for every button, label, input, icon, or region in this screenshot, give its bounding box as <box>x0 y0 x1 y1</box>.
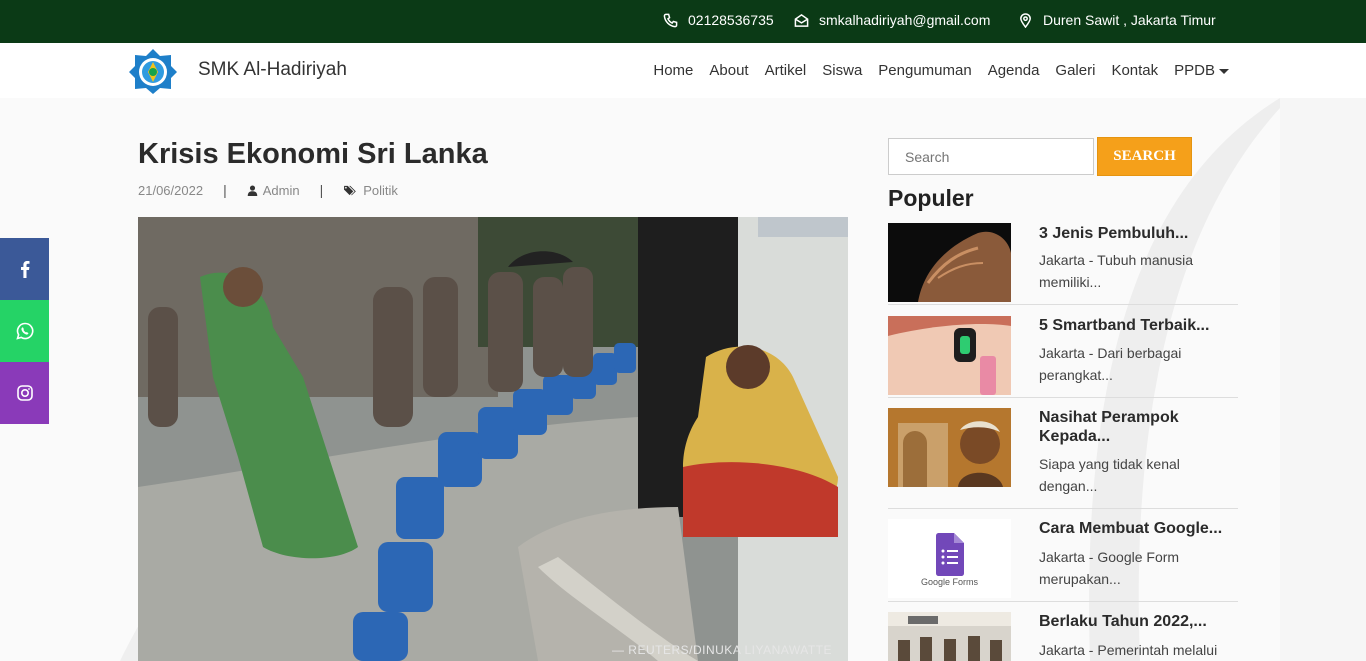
article-category[interactable]: Politik <box>363 183 398 198</box>
location-contact[interactable]: Duren Sawit , Jakarta Timur <box>1018 12 1216 28</box>
location-text: Duren Sawit , Jakarta Timur <box>1043 12 1216 28</box>
post-title[interactable]: 5 Smartband Terbaik... <box>1039 316 1234 335</box>
thumb-caption: Google Forms <box>920 577 979 587</box>
image-credit: — REUTERS/DINUKA LIYANAWATTE <box>611 643 832 657</box>
search-input[interactable] <box>888 138 1094 175</box>
popular-heading: Populer <box>888 185 974 211</box>
post-thumbnail[interactable] <box>888 408 1011 487</box>
post-excerpt: Siapa yang tidak kenal dengan... <box>1039 456 1180 494</box>
email-contact[interactable]: smkalhadiriyah@gmail.com <box>794 12 990 28</box>
post-thumbnail[interactable] <box>888 316 1011 395</box>
phone-contact[interactable]: 02128536735 <box>663 12 774 28</box>
post-excerpt: Jakarta - Google Form merupakan... <box>1039 549 1180 587</box>
card-divider <box>888 397 1238 398</box>
whatsapp-share-button[interactable] <box>0 300 49 362</box>
facebook-icon <box>20 261 29 278</box>
post-title[interactable]: Cara Membuat Google... <box>1039 519 1234 538</box>
card-divider <box>888 508 1238 509</box>
caret-down-icon <box>1219 68 1229 74</box>
brand-name[interactable]: SMK Al-Hadiriyah <box>198 59 347 81</box>
card-divider <box>888 304 1238 305</box>
nav-kontak[interactable]: Kontak <box>1111 62 1158 79</box>
facebook-share-button[interactable] <box>0 238 49 300</box>
post-thumbnail[interactable] <box>888 612 1011 661</box>
article-image: — REUTERS/DINUKA LIYANAWATTE <box>138 217 848 661</box>
email-address: smkalhadiriyah@gmail.com <box>819 12 991 28</box>
gas-queue-photo <box>138 217 848 661</box>
nav-ppdb-dropdown[interactable]: PPDB <box>1174 62 1229 79</box>
post-excerpt: Jakarta - Tubuh manusia memiliki... <box>1039 252 1194 290</box>
article-date: 21/06/2022 <box>138 182 204 198</box>
nav-ppdb-label: PPDB <box>1174 62 1215 79</box>
article-author[interactable]: Admin <box>263 183 300 198</box>
article-meta: 21/06/2022 | Admin | Politik <box>138 182 398 198</box>
post-excerpt: Jakarta - Pemerintah melalui <box>1039 642 1218 658</box>
nav-agenda[interactable]: Agenda <box>988 62 1040 79</box>
nav-pengumuman[interactable]: Pengumuman <box>878 62 971 79</box>
user-icon <box>247 184 257 196</box>
phone-icon <box>663 13 678 27</box>
post-thumbnail[interactable] <box>888 223 1011 302</box>
nav-menu: Home About Artikel Siswa Pengumuman Agen… <box>653 62 1229 79</box>
nav-about[interactable]: About <box>709 62 748 79</box>
post-title[interactable]: Berlaku Tahun 2022,... <box>1039 612 1234 631</box>
post-thumbnail[interactable]: Google Forms <box>888 519 1011 598</box>
post-excerpt: Jakarta - Dari berbagai perangkat... <box>1039 345 1182 383</box>
phone-number: 02128536735 <box>688 12 774 28</box>
post-title[interactable]: 3 Jenis Pembuluh... <box>1039 224 1234 243</box>
map-pin-icon <box>1020 12 1031 28</box>
post-title[interactable]: Nasihat Perampok Kepada... <box>1039 408 1234 446</box>
main-navbar: SMK Al-Hadiriyah Home About Artikel Sisw… <box>0 43 1366 98</box>
article-title: Krisis Ekonomi Sri Lanka <box>138 138 488 170</box>
envelope-open-icon <box>794 13 809 27</box>
meta-divider: | <box>319 182 324 198</box>
top-contact-bar: 02128536735 smkalhadiriyah@gmail.com Dur… <box>0 0 1366 43</box>
nav-siswa[interactable]: Siswa <box>822 62 862 79</box>
tags-icon <box>344 185 357 195</box>
search-button[interactable]: SEARCH <box>1097 137 1192 176</box>
nav-home[interactable]: Home <box>653 62 693 79</box>
nav-artikel[interactable]: Artikel <box>765 62 807 79</box>
nav-galeri[interactable]: Galeri <box>1055 62 1095 79</box>
school-logo[interactable] <box>128 47 178 95</box>
whatsapp-icon <box>15 322 33 340</box>
meta-divider: | <box>223 182 227 198</box>
card-divider <box>888 601 1238 602</box>
instagram-icon <box>16 385 33 401</box>
instagram-share-button[interactable] <box>0 362 49 424</box>
